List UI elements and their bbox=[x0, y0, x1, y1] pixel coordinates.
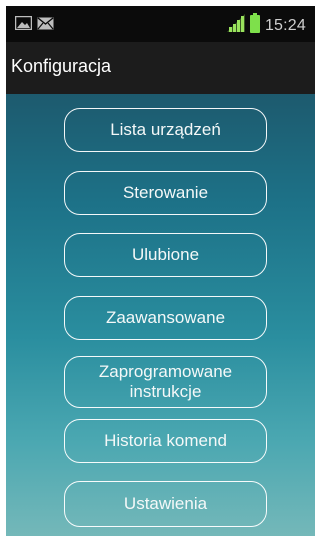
favorites-button[interactable]: Ulubione bbox=[64, 233, 267, 277]
notification-icons bbox=[14, 15, 54, 35]
phone-screen: 15:24 Konfiguracja Lista urządzeń Sterow… bbox=[6, 6, 315, 536]
menu-panel: Lista urządzeń Sterowanie Ulubione Zaawa… bbox=[6, 94, 315, 536]
status-bar: 15:24 bbox=[6, 6, 315, 42]
status-time: 15:24 bbox=[264, 16, 306, 34]
programmed-instructions-button[interactable]: Zaprogramowane instrukcje bbox=[64, 356, 267, 408]
action-bar: Konfiguracja bbox=[6, 42, 315, 94]
mail-icon bbox=[37, 16, 54, 35]
menu-button-label: Ustawienia bbox=[123, 494, 208, 513]
command-history-button[interactable]: Historia komend bbox=[64, 419, 267, 463]
image-icon bbox=[14, 15, 33, 35]
system-icons: 15:24 bbox=[226, 13, 306, 38]
menu-button-label: Lista urządzeń bbox=[110, 120, 221, 139]
device-list-button[interactable]: Lista urządzeń bbox=[64, 108, 267, 152]
menu-button-label: Sterowanie bbox=[122, 183, 209, 202]
control-button[interactable]: Sterowanie bbox=[64, 171, 267, 215]
advanced-button[interactable]: Zaawansowane bbox=[64, 296, 267, 340]
page-title: Konfiguracja bbox=[11, 56, 112, 76]
settings-button[interactable]: Ustawienia bbox=[64, 481, 267, 527]
menu-button-label: Zaawansowane bbox=[105, 308, 226, 327]
menu-button-label: Ulubione bbox=[131, 245, 200, 264]
menu-button-label: Historia komend bbox=[104, 431, 227, 450]
signal-icon bbox=[226, 14, 245, 37]
battery-icon bbox=[249, 13, 260, 38]
menu-button-label: Zaprogramowane instrukcje bbox=[98, 362, 233, 401]
